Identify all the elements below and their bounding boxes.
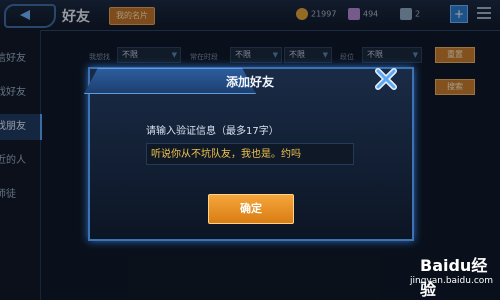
dialog-title: 添加好友 [225, 75, 274, 89]
watermark-url: jingyan.baidu.com [410, 276, 494, 286]
close-icon[interactable] [372, 67, 400, 91]
verification-prompt: 请输入验证信息（最多17字） [146, 126, 279, 137]
confirm-button[interactable]: 确定 [208, 194, 294, 224]
verification-message-input[interactable]: 听说你从不坑队友，我也是。约吗 [146, 143, 354, 165]
